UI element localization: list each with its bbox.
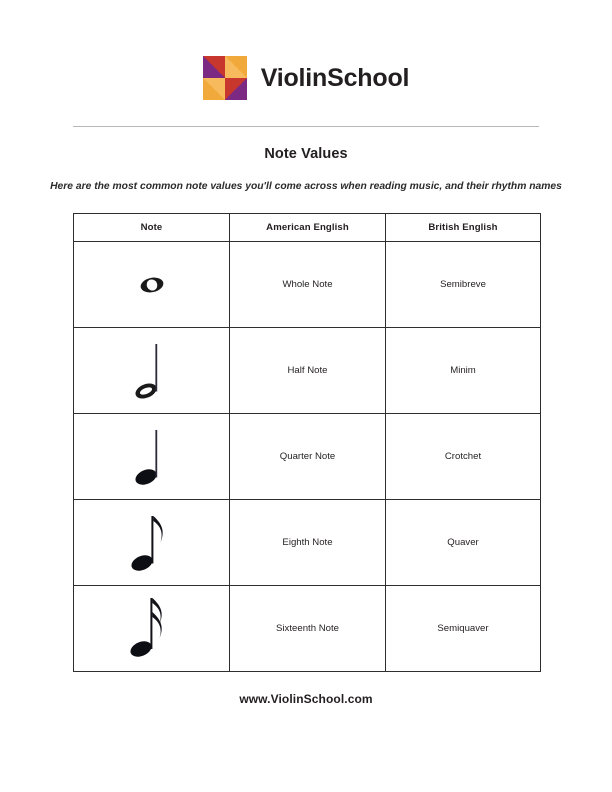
logo-tile-top-right bbox=[224, 56, 247, 78]
column-header-british-english: British English bbox=[385, 213, 541, 242]
table-header-row: Note American English British English bbox=[73, 213, 541, 242]
british-english-value: Semibreve bbox=[385, 241, 541, 328]
page-title: Note Values bbox=[264, 146, 348, 162]
note-glyph-cell bbox=[73, 585, 230, 672]
logo-wordmark: ViolinSchool bbox=[260, 63, 410, 92]
table-row: Quarter Note Crotchet bbox=[73, 413, 541, 500]
page-subtitle: Here are the most common note values you… bbox=[50, 181, 562, 192]
british-english-value: Crotchet bbox=[385, 413, 541, 500]
note-glyph-cell bbox=[73, 499, 230, 586]
note-glyph-cell bbox=[73, 241, 230, 328]
note-values-table: Note American English British English Wh… bbox=[73, 213, 541, 672]
british-english-value: Semiquaver bbox=[385, 585, 541, 672]
british-english-value: Quaver bbox=[385, 499, 541, 586]
table-row: Whole Note Semibreve bbox=[73, 241, 541, 328]
half-note-icon bbox=[134, 343, 157, 399]
logo-tile-top-left bbox=[202, 56, 225, 78]
column-header-american-english: American English bbox=[229, 213, 386, 242]
table-body: Whole Note Semibreve Half Note Minim Qua… bbox=[73, 241, 541, 672]
table-row: Sixteenth Note Semiquaver bbox=[73, 585, 541, 672]
note-glyph-cell bbox=[73, 327, 230, 414]
american-english-value: Whole Note bbox=[229, 241, 386, 328]
american-english-value: Eighth Note bbox=[229, 499, 386, 586]
quarter-note-icon bbox=[134, 429, 157, 485]
logo-tile-bottom-left bbox=[202, 78, 225, 100]
violinschool-logo-icon bbox=[202, 56, 247, 100]
british-english-value: Minim bbox=[385, 327, 541, 414]
footer-website: www.ViolinSchool.com bbox=[239, 692, 373, 706]
header-divider bbox=[73, 126, 539, 127]
column-header-note: Note bbox=[73, 213, 230, 242]
table-row: Half Note Minim bbox=[73, 327, 541, 414]
table-row: Eighth Note Quaver bbox=[73, 499, 541, 586]
american-english-value: Quarter Note bbox=[229, 413, 386, 500]
eighth-note-icon bbox=[130, 515, 163, 571]
whole-note-icon bbox=[140, 277, 163, 292]
american-english-value: Sixteenth Note bbox=[229, 585, 386, 672]
worksheet-page: ViolinSchool Note Values Here are the mo… bbox=[0, 0, 612, 792]
page-header: ViolinSchool bbox=[0, 52, 612, 104]
american-english-value: Half Note bbox=[229, 327, 386, 414]
note-glyph-cell bbox=[73, 413, 230, 500]
table-header: Note American English British English bbox=[73, 213, 541, 242]
logo-tile-bottom-right bbox=[224, 78, 247, 100]
sixteenth-note-icon bbox=[129, 597, 162, 657]
